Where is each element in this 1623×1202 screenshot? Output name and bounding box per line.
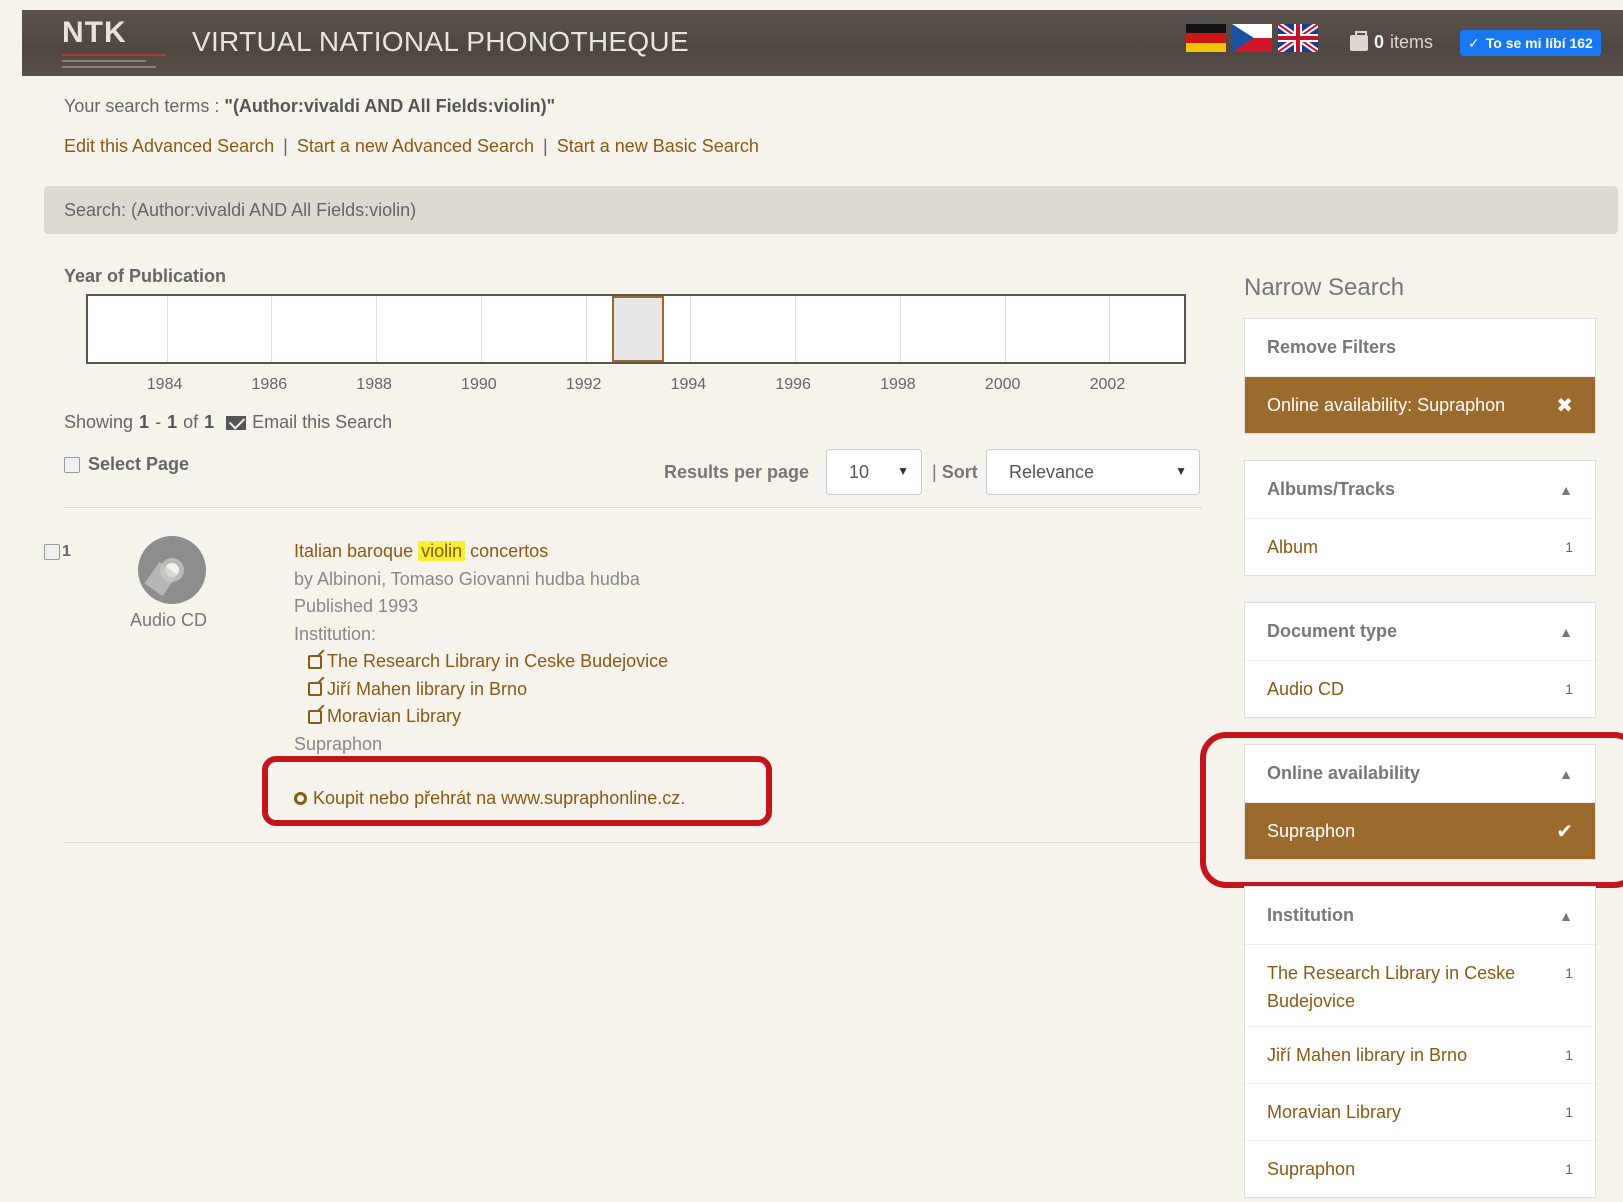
new-advanced-search-link[interactable]: Start a new Advanced Search [297,136,534,156]
external-link-icon [308,709,322,724]
cart-link[interactable]: 0 items [1350,30,1433,53]
year-tick-label: 1988 [356,376,392,393]
year-tick-label: 1998 [880,376,916,393]
facet-header[interactable]: Institution ▲ [1245,887,1595,944]
audio-cd-icon [138,536,206,604]
remove-filter-icon[interactable]: ✖ [1556,393,1573,418]
histogram-gridline [795,296,797,362]
divider [64,842,1202,843]
institution-link[interactable]: The Research Library in Ceske Budejovice [308,648,668,676]
year-tick-label: 1994 [670,376,707,393]
facet-item[interactable]: Moravian Library 1 [1245,1083,1595,1140]
facet-header[interactable]: Albums/Tracks ▲ [1245,461,1595,518]
facet-item[interactable]: Jiří Mahen library in Brno 1 [1245,1026,1595,1083]
histogram-bar[interactable] [611,296,665,362]
facet-item[interactable]: Audio CD 1 [1245,660,1595,717]
narrow-search-title: Narrow Search [1244,274,1405,301]
uk-flag-icon[interactable] [1278,24,1318,52]
site-header: NTK VIRTUAL NATIONAL PHONOTHEQUE 0 items… [22,10,1623,76]
histogram-gridline [899,296,901,362]
edit-advanced-search-link[interactable]: Edit this Advanced Search [64,136,274,156]
facet-item[interactable]: The Research Library in Ceske Budejovice… [1245,944,1595,1026]
external-link-icon [308,682,322,697]
result-checkbox[interactable] [44,544,60,560]
highlight-box [1200,732,1623,888]
institution-label: Institution: [294,623,377,644]
facet-item[interactable]: Album 1 [1245,518,1595,575]
result-publisher: Supraphon [294,733,383,754]
year-axis-labels: 1984 1986 1988 1990 1992 1994 1996 1998 2000 2002 [86,376,1186,396]
active-filter[interactable]: Online availability: Supraphon ✖ [1245,376,1595,433]
collapse-icon: ▲ [1559,481,1573,498]
collapse-icon: ▲ [1559,907,1573,924]
sort-select[interactable]: Relevance ▼ [986,449,1200,495]
remove-filters-panel: Remove Filters Online availability: Supr… [1244,318,1596,434]
histogram-gridline [1109,296,1111,362]
institution-link[interactable]: Jiří Mahen library in Brno [308,676,668,704]
site-title: VIRTUAL NATIONAL PHONOTHEQUE [192,26,689,57]
select-page-checkbox[interactable] [64,456,80,473]
result-published: Published 1993 [294,596,419,616]
facebook-like-button[interactable]: ✓ To se mi líbí 162 [1460,30,1601,56]
highlight-box [262,756,772,826]
select-page[interactable]: Select Page [64,454,189,475]
external-link-icon [308,654,322,669]
facet-header[interactable]: Document type ▲ [1245,603,1595,660]
document-type-facet: Document type ▲ Audio CD 1 [1244,602,1596,718]
result-item: Italian baroque violin concertos by Albi… [294,538,668,758]
ntk-logo[interactable]: NTK [62,16,172,72]
albums-tracks-facet: Albums/Tracks ▲ Album 1 [1244,460,1596,576]
histogram-gridline [271,296,273,362]
year-tick-label: 1990 [461,376,497,393]
year-tick-label: 2002 [1089,376,1126,393]
caret-down-icon: ▼ [1175,464,1187,478]
results-per-page-label: Results per page [664,462,810,482]
envelope-icon [226,415,247,430]
remove-filters-heading: Remove Filters [1267,337,1397,357]
search-highlight: violin [418,541,466,561]
checkmark-icon: ✓ [1468,34,1480,51]
result-select[interactable]: 1 [44,543,71,561]
result-author: by Albinoni, Tomaso Giovanni hudba hudba [294,568,640,589]
search-terms: Your search terms : "(Author:vivaldi AND… [64,96,556,116]
year-tick-label: 2000 [984,376,1021,393]
language-flags [1186,24,1318,52]
format-label: Audio CD [130,610,208,630]
year-tick-label: 1996 [775,376,811,393]
histogram-gridline [585,296,587,362]
new-basic-search-link[interactable]: Start a new Basic Search [557,136,759,156]
year-tick-label: 1992 [565,376,602,393]
czech-flag-icon[interactable] [1232,24,1272,52]
year-of-publication-label: Year of Publication [64,266,227,286]
result-title[interactable]: Italian baroque violin concertos [294,538,668,566]
divider [64,507,1202,508]
histogram-gridline [166,296,168,362]
histogram-gridline [1004,296,1006,362]
showing-count: Showing 1-1 of 1 Email this Search [64,412,393,433]
results-per-page-select[interactable]: 10 ▼ [826,449,922,495]
histogram-gridline [376,296,378,362]
year-tick-label: 1984 [146,376,183,393]
institution-link[interactable]: Moravian Library [308,703,668,731]
histogram-gridline [480,296,482,362]
email-search-link[interactable]: Email this Search [252,412,392,433]
page: NTK VIRTUAL NATIONAL PHONOTHEQUE 0 items… [0,0,1623,1202]
facet-item[interactable]: Supraphon 1 [1245,1140,1595,1197]
year-tick-label: 1986 [251,376,288,393]
briefcase-icon [1350,30,1368,51]
institution-facet: Institution ▲ The Research Library in Ce… [1244,886,1596,1198]
search-summary-bar: Search: (Author:vivaldi AND All Fields:v… [44,186,1618,234]
sort-label: | Sort [932,462,978,482]
histogram-gridline [690,296,692,362]
collapse-icon: ▲ [1559,623,1573,640]
search-links: Edit this Advanced Search | Start a new … [64,136,759,156]
year-histogram[interactable] [86,294,1186,364]
caret-down-icon: ▼ [897,464,909,478]
german-flag-icon[interactable] [1186,24,1226,52]
